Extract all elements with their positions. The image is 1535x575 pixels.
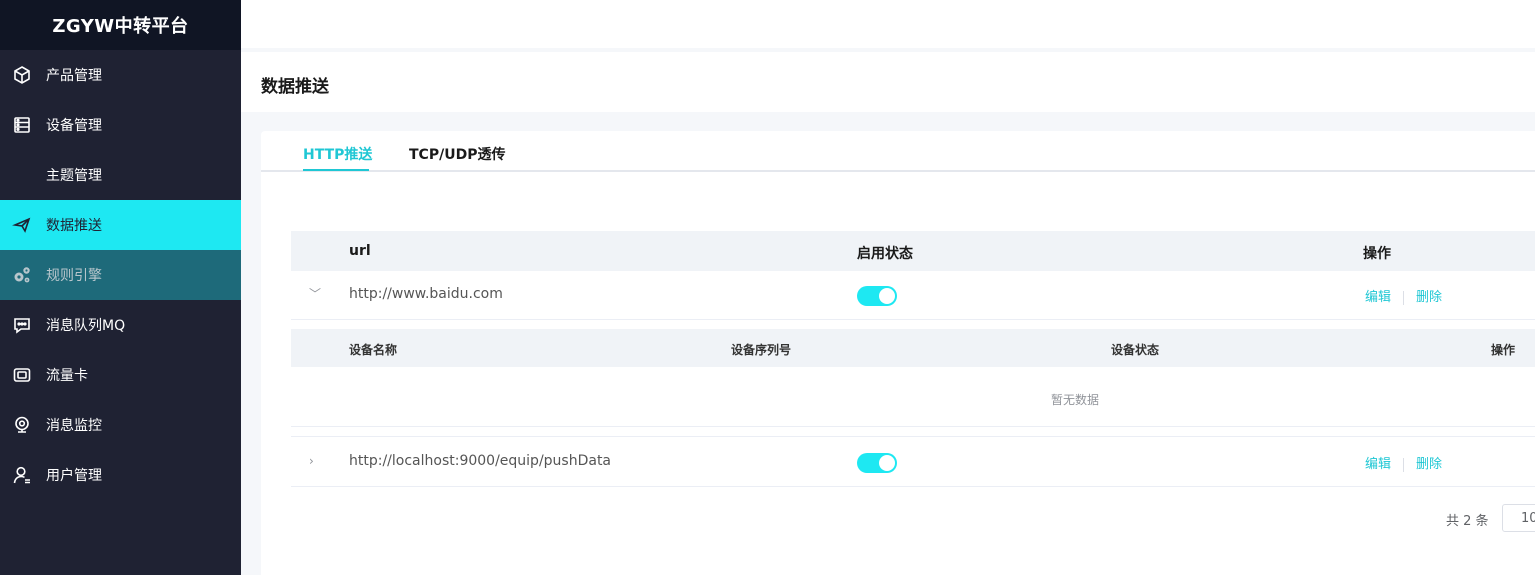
sidebar-item-rules[interactable]: 规则引擎 [0,250,241,300]
subtable-empty: 暂无数据 [291,367,1535,427]
top-bar [241,0,1535,48]
sidebar-item-label: 消息监控 [46,418,102,434]
row-url: http://www.baidu.com [349,286,503,302]
sidebar-item-products[interactable]: 产品管理 [0,50,241,100]
sidebar-item-label: 规则引擎 [46,268,102,284]
enable-switch[interactable] [857,286,897,306]
delete-button[interactable]: 删除 [1416,457,1442,472]
column-header-device-name: 设备名称 [349,343,398,357]
message-icon [11,314,33,336]
user-icon [11,464,33,486]
column-header-device-ops: 操作 [1491,343,1516,357]
page-size-select[interactable]: 10 [1502,504,1535,532]
sidebar-item-label: 用户管理 [46,468,102,484]
sim-card-icon [11,364,33,386]
subtable-header: 设备名称 设备序列号 设备状态 操作 [291,329,1535,367]
table-row: ﹀ http://www.baidu.com 编辑 删除 [291,271,1535,320]
tab-tcp-udp[interactable]: TCP/UDP透传 [409,144,505,164]
webcam-icon [11,414,33,436]
sidebar-item-monitor[interactable]: 消息监控 [0,400,241,450]
column-header-device-serial: 设备序列号 [731,343,792,357]
tab-bar: HTTP推送 TCP/UDP透传 [261,131,1535,172]
sidebar-item-label: 消息队列MQ [46,318,126,334]
page-title: 数据推送 [261,77,329,97]
sidebar-item-label: 流量卡 [46,368,88,384]
sidebar-item-label: 设备管理 [46,118,102,134]
delete-button[interactable]: 删除 [1416,290,1442,305]
cube-icon [11,64,33,86]
sidebar-item-users[interactable]: 用户管理 [0,450,241,500]
sidebar-item-label: 数据推送 [46,218,102,234]
sidebar-item-devices[interactable]: 设备管理 [0,100,241,150]
sidebar-item-topics[interactable]: 主题管理 [0,150,241,200]
action-divider [1403,457,1405,472]
subtable-footer [291,427,1535,437]
sidebar-item-mq[interactable]: 消息队列MQ [0,300,241,350]
send-icon [11,214,33,236]
row-url: http://localhost:9000/equip/pushData [349,453,612,469]
switch-knob [879,288,895,304]
row-actions: 编辑 删除 [1365,286,1442,305]
empty-text: 暂无数据 [1051,393,1100,407]
page-header: 数据推送 [241,52,1535,112]
column-header-device-status: 设备状态 [1111,343,1160,357]
sidebar-item-sim[interactable]: 流量卡 [0,350,241,400]
sidebar-item-label: 产品管理 [46,68,102,84]
column-header-url: url [349,243,371,259]
content-card: HTTP推送 TCP/UDP透传 url 启用状态 操作 ﹀ http://ww… [261,131,1535,575]
brand-title: ZGYW中转平台 [0,0,241,50]
enable-switch[interactable] [857,453,897,473]
chevron-down-icon[interactable]: ﹀ [309,288,321,300]
table-row: › http://localhost:9000/equip/pushData 编… [291,438,1535,487]
action-divider [1403,290,1405,305]
tab-http-push[interactable]: HTTP推送 [303,144,372,164]
row-actions: 编辑 删除 [1365,453,1442,472]
tab-active-indicator [303,169,369,171]
gears-icon [11,264,33,286]
server-icon [11,114,33,136]
sidebar-item-label: 主题管理 [46,168,102,184]
edit-button[interactable]: 编辑 [1365,290,1391,305]
column-header-ops: 操作 [1363,246,1391,262]
pagination-total: 共 2 条 [1446,514,1489,529]
chevron-right-icon[interactable]: › [309,455,321,467]
table-header: url 启用状态 操作 [291,231,1535,271]
column-header-status: 启用状态 [857,246,913,262]
sidebar: ZGYW中转平台 产品管理 设备管理 主题管理 数据推送 规则引擎 消息队列MQ [0,0,241,575]
switch-knob [879,455,895,471]
edit-button[interactable]: 编辑 [1365,457,1391,472]
sidebar-item-data-push[interactable]: 数据推送 [0,200,241,250]
